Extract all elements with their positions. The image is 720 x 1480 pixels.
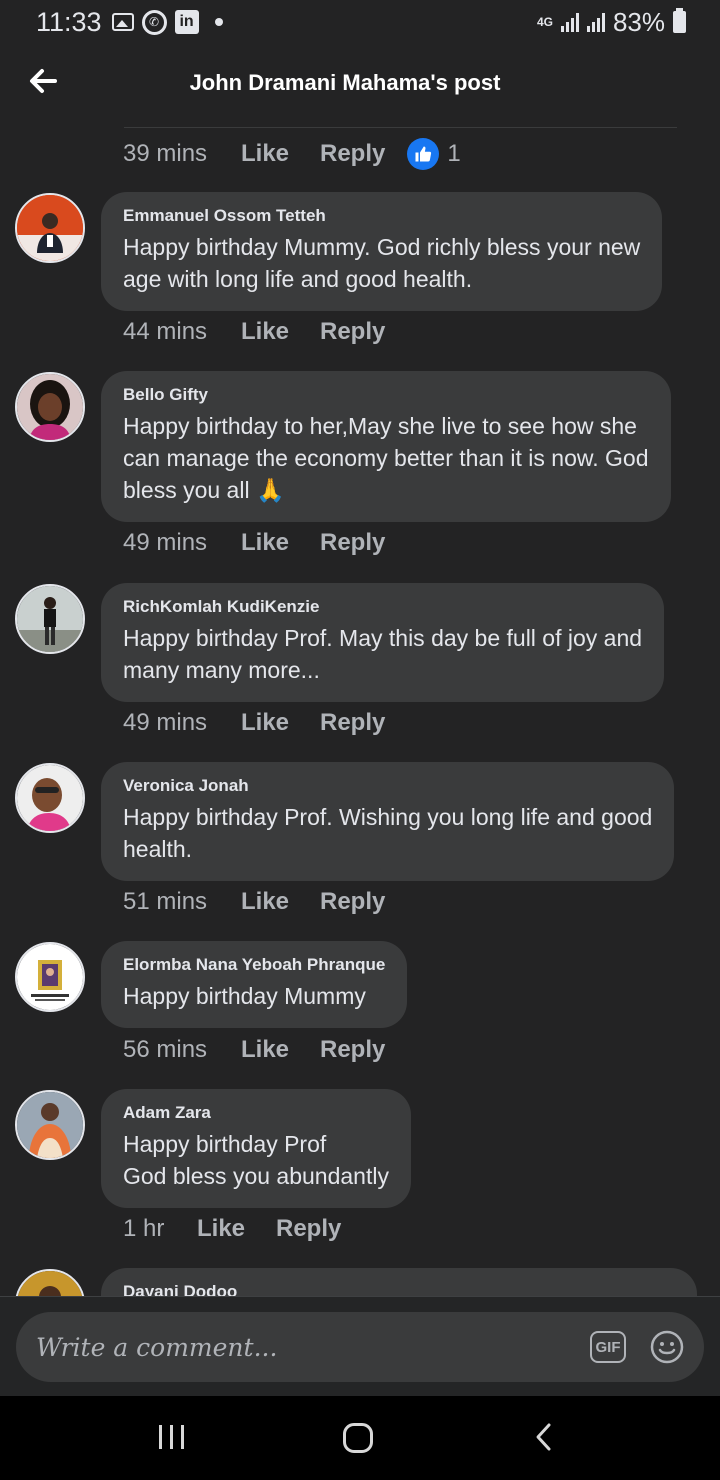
like-button[interactable]: Like: [241, 140, 320, 168]
comment-time: 49 mins: [123, 529, 208, 556]
reply-button[interactable]: Reply: [320, 140, 385, 168]
commenter-name[interactable]: Adam Zara: [123, 1103, 389, 1123]
comment-time: 1 hr: [123, 1215, 165, 1242]
comment-bubble[interactable]: Veronica Jonah Happy birthday Prof. Wish…: [101, 762, 675, 881]
comment-time: 44 mins: [123, 318, 208, 345]
reply-button[interactable]: Reply: [320, 1036, 385, 1064]
commenter-name[interactable]: Elormba Nana Yeboah Phranque: [123, 955, 385, 975]
comment-bubble[interactable]: Bello Gifty Happy birthday to her,May sh…: [101, 371, 671, 522]
reply-button[interactable]: Reply: [320, 318, 385, 346]
thumbs-up-icon: [407, 138, 440, 170]
like-button[interactable]: Like: [241, 318, 320, 346]
comment-meta: 49 mins Like Reply: [123, 529, 385, 557]
comment-list[interactable]: 39 mins Like Reply 1 Emmanuel Ossom Tett…: [0, 0, 720, 1296]
like-button[interactable]: Like: [241, 888, 320, 916]
avatar[interactable]: [15, 584, 85, 654]
commenter-name[interactable]: Emmanuel Ossom Tetteh: [123, 206, 640, 226]
like-button[interactable]: Like: [197, 1215, 276, 1243]
comment-text: Happy birthday Mummy. God richly bless y…: [123, 234, 641, 292]
recent-apps-icon[interactable]: [159, 1425, 184, 1449]
post-header: John Dramani Mahama's post: [0, 50, 720, 116]
comment-text: Happy birthday Mummy: [123, 983, 366, 1009]
home-icon[interactable]: [343, 1423, 373, 1453]
comment-meta: 1 hr Like Reply: [123, 1215, 341, 1243]
page-title: John Dramani Mahama's post: [189, 70, 501, 95]
avatar[interactable]: [15, 372, 85, 442]
commenter-name[interactable]: Bello Gifty: [123, 385, 649, 405]
avatar[interactable]: [15, 763, 85, 833]
commenter-name[interactable]: Veronica Jonah: [123, 776, 652, 796]
comment-input-placeholder: Write a comment...: [36, 1332, 278, 1362]
like-button[interactable]: Like: [241, 529, 320, 557]
reaction-summary[interactable]: 1: [407, 138, 461, 170]
comment-input[interactable]: Write a comment... GIF: [16, 1312, 704, 1382]
reply-button[interactable]: Reply: [320, 888, 385, 916]
reply-button[interactable]: Reply: [276, 1215, 341, 1243]
avatar[interactable]: [15, 193, 85, 263]
comment-meta: 49 mins Like Reply: [123, 709, 385, 737]
commenter-name[interactable]: RichKomlah KudiKenzie: [123, 597, 642, 617]
avatar[interactable]: [15, 942, 85, 1012]
comment-time: 39 mins: [123, 140, 208, 167]
comment-meta: 39 mins Like Reply 1: [123, 138, 461, 170]
emoji-button[interactable]: [650, 1330, 684, 1364]
reply-button[interactable]: Reply: [320, 529, 385, 557]
comment-meta: 44 mins Like Reply: [123, 318, 385, 346]
comment-text: Happy birthday Prof. May this day be ful…: [123, 625, 643, 683]
comment-text: Happy birthday to her,May she live to se…: [123, 413, 649, 503]
smiley-icon: [650, 1330, 684, 1364]
comment-time: 56 mins: [123, 1036, 208, 1063]
comment-meta: 56 mins Like Reply: [123, 1036, 385, 1064]
comment-meta: 51 mins Like Reply: [123, 888, 385, 916]
gif-button[interactable]: GIF: [590, 1331, 626, 1363]
header-divider: [124, 127, 677, 128]
comment-bubble[interactable]: Elormba Nana Yeboah Phranque Happy birth…: [101, 941, 408, 1028]
avatar[interactable]: [15, 1090, 85, 1160]
reaction-count: 1: [447, 140, 461, 167]
comment-bubble[interactable]: Dayani Dodoo: [101, 1268, 697, 1296]
comment-composer-bar: Write a comment... GIF: [0, 1296, 720, 1396]
comment-time: 51 mins: [123, 888, 208, 915]
comment-bubble[interactable]: Adam Zara Happy birthday Prof God bless …: [101, 1089, 411, 1208]
avatar[interactable]: [15, 1269, 85, 1296]
comment-text: Happy birthday Prof God bless you abunda…: [123, 1131, 389, 1189]
like-button[interactable]: Like: [241, 1036, 320, 1064]
comment-time: 49 mins: [123, 709, 208, 736]
comment-bubble[interactable]: RichKomlah KudiKenzie Happy birthday Pro…: [101, 583, 665, 702]
like-button[interactable]: Like: [241, 709, 320, 737]
commenter-name[interactable]: Dayani Dodoo: [123, 1282, 675, 1296]
system-back-icon[interactable]: [534, 1422, 554, 1457]
comment-bubble[interactable]: Emmanuel Ossom Tetteh Happy birthday Mum…: [101, 192, 663, 311]
comment-text: Happy birthday Prof. Wishing you long li…: [123, 804, 653, 862]
reply-button[interactable]: Reply: [320, 709, 385, 737]
system-navigation-bar: [0, 1396, 720, 1480]
